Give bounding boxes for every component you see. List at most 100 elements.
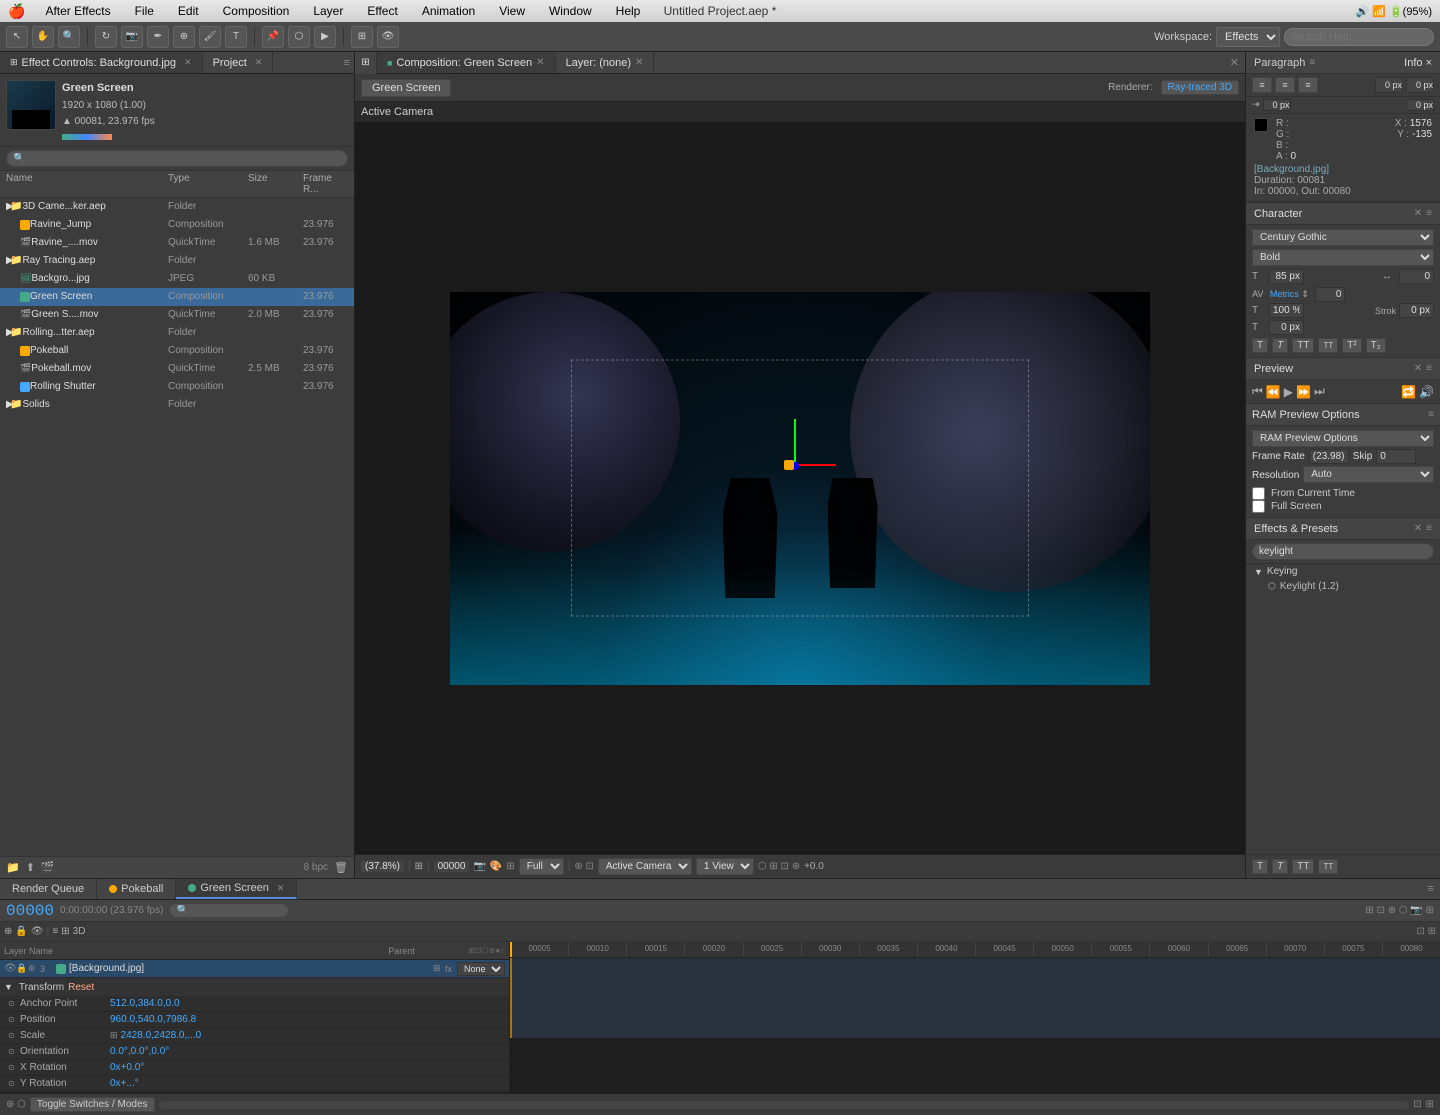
eff-fmt-1[interactable]: T <box>1252 859 1268 874</box>
tl-hide-btn[interactable]: 👁 <box>31 926 44 937</box>
tree-item-3[interactable]: ▶ 📁 Ray Tracing.aep Folder <box>0 252 354 270</box>
search-help-input[interactable] <box>1284 28 1434 46</box>
fmt-italic[interactable]: T <box>1272 338 1288 353</box>
orientation-value[interactable]: 0.0°,0.0°,0.0° <box>110 1046 169 1057</box>
effects-menu[interactable]: ≡ <box>1426 523 1432 534</box>
font-style-select[interactable]: Bold <box>1252 249 1434 266</box>
menu-window[interactable]: Window <box>545 4 596 18</box>
green-screen-tl-close[interactable]: ✕ <box>277 883 285 894</box>
ram-from-current-cb[interactable] <box>1252 487 1265 500</box>
baseline-input[interactable] <box>1269 320 1304 335</box>
anchor-point-value[interactable]: 512.0,384.0,0.0 <box>110 998 180 1009</box>
para-space1[interactable] <box>1263 99 1291 111</box>
quality-select[interactable]: Full <box>519 858 564 875</box>
effects-group-keying[interactable]: ▼ Keying <box>1246 564 1440 579</box>
tl-motion-blur-btn[interactable]: ≡ <box>52 926 58 937</box>
tl-tab-render-queue[interactable]: Render Queue <box>0 879 97 899</box>
tl-tab-green-screen[interactable]: Green Screen ✕ <box>176 879 297 899</box>
layer-parent-select[interactable]: None <box>457 962 505 976</box>
prev-audio[interactable]: 🔊 <box>1419 385 1434 399</box>
font-family-select[interactable]: Century Gothic <box>1252 229 1434 246</box>
tl-tab-pokeball[interactable]: Pokeball <box>97 879 176 899</box>
zoom-value[interactable]: (37.8%) <box>361 861 404 872</box>
stroke-input[interactable] <box>1399 303 1434 318</box>
tl-zoom-out[interactable]: ⊡ <box>1413 1099 1421 1110</box>
ram-menu[interactable]: ≡ <box>1428 409 1434 420</box>
leading-input[interactable] <box>1315 287 1345 302</box>
ram-fr-value[interactable] <box>1309 449 1349 464</box>
xrot-stop-icon[interactable]: ⊙ <box>8 1063 20 1072</box>
menu-composition[interactable]: Composition <box>219 4 294 18</box>
fmt-smallcaps[interactable]: TT <box>1318 338 1338 353</box>
interpret-btn[interactable]: 🎬 <box>41 861 55 874</box>
toolbar-select[interactable]: ↖ <box>6 26 28 48</box>
apple-menu[interactable]: 🍎 <box>8 3 25 20</box>
ram-preset-select[interactable]: RAM Preview Options <box>1252 430 1434 447</box>
scale-h-input[interactable] <box>1269 303 1304 318</box>
character-close[interactable]: ✕ <box>1414 208 1422 219</box>
scale-value[interactable]: 2428.0,2428.0,...0 <box>121 1030 202 1041</box>
tree-item-9[interactable]: 🎬 Pokeball.mov QuickTime 2.5 MB 23.976 <box>0 360 354 378</box>
comp-panel-menu[interactable]: ✕ <box>1230 56 1239 69</box>
prev-play[interactable]: ▶ <box>1284 385 1293 399</box>
menu-animation[interactable]: Animation <box>418 4 479 18</box>
position-stop-icon[interactable]: ⊙ <box>8 1015 20 1024</box>
comp-tab-close[interactable]: ✕ <box>536 57 544 68</box>
toolbar-show-hide[interactable]: 👁 <box>377 26 399 48</box>
align-center-btn[interactable]: ≡ <box>1275 77 1295 93</box>
yrot-stop-icon[interactable]: ⊙ <box>8 1079 20 1088</box>
y-rotation-value[interactable]: 0x+...° <box>110 1078 139 1089</box>
timeline-scrollbar[interactable] <box>159 1101 1410 1109</box>
toolbar-pin[interactable]: 📌 <box>262 26 284 48</box>
layer-solo[interactable]: ⊕ <box>28 963 40 974</box>
menu-effect[interactable]: Effect <box>363 4 401 18</box>
fmt-allcaps[interactable]: TT <box>1292 338 1314 353</box>
ram-skip-value[interactable] <box>1376 449 1416 464</box>
view-count-select[interactable]: 1 View <box>696 858 754 875</box>
toolbar-clone[interactable]: ⊕ <box>173 26 195 48</box>
fmt-super[interactable]: T² <box>1342 338 1361 353</box>
toolbar-hand[interactable]: ✋ <box>32 26 54 48</box>
font-size-input[interactable] <box>1269 269 1304 284</box>
x-rotation-value[interactable]: 0x+0.0° <box>110 1062 144 1073</box>
align-right-btn[interactable]: ≡ <box>1298 77 1318 93</box>
prev-loop[interactable]: 🔁 <box>1401 385 1416 399</box>
new-folder-btn[interactable]: 📁 <box>6 861 20 874</box>
prev-back-frame[interactable]: ⏪ <box>1266 385 1281 399</box>
active-camera-select[interactable]: Active Camera <box>598 858 692 875</box>
tracking-input[interactable] <box>1399 269 1434 284</box>
align-left-btn[interactable]: ≡ <box>1252 77 1272 93</box>
transform-header[interactable]: ▼ Transform Reset <box>0 978 509 996</box>
rpanel-menu-icon[interactable]: ≡ <box>1309 57 1315 68</box>
tl-menu-icon[interactable]: ≡ <box>1428 883 1434 895</box>
fmt-sub[interactable]: T₂ <box>1366 338 1386 353</box>
renderer-value-btn[interactable]: Ray-traced 3D <box>1161 80 1239 95</box>
project-search-input[interactable] <box>6 150 348 167</box>
toolbar-camera[interactable]: 📷 <box>121 26 143 48</box>
toolbar-zoom[interactable]: 🔍 <box>58 26 80 48</box>
menu-file[interactable]: File <box>131 4 158 18</box>
para-indent2[interactable] <box>1406 77 1434 93</box>
effects-close[interactable]: ✕ <box>1414 523 1422 534</box>
tab-composition[interactable]: ■ Composition: Green Screen ✕ <box>377 52 556 73</box>
scale-stop-icon[interactable]: ⊙ <box>8 1031 20 1040</box>
tl-frame-blend-btn[interactable]: ⊞ <box>61 926 69 937</box>
orient-stop-icon[interactable]: ⊙ <box>8 1047 20 1056</box>
ram-res-select[interactable]: Auto <box>1303 466 1434 483</box>
menu-after-effects[interactable]: After Effects <box>41 4 114 18</box>
effect-controls-close[interactable]: ✕ <box>184 57 192 68</box>
timeline-search-input[interactable] <box>169 903 289 918</box>
tl-solo-mode-btn[interactable]: ⊕ <box>4 926 12 937</box>
prev-fwd-frame[interactable]: ⏩ <box>1296 385 1311 399</box>
layer-lock[interactable]: 🔒 <box>16 963 28 974</box>
workspace-select[interactable]: Effects <box>1216 27 1280 47</box>
tree-item-0[interactable]: ▶ 📁 3D Came...ker.aep Folder <box>0 198 354 216</box>
prev-to-end[interactable]: ⏭ <box>1314 384 1325 399</box>
project-close[interactable]: ✕ <box>255 57 263 68</box>
toolbar-pen[interactable]: ✒ <box>147 26 169 48</box>
composition-viewer[interactable] <box>355 122 1245 854</box>
position-value[interactable]: 960.0,540.0,7986.8 <box>110 1014 196 1025</box>
menu-help[interactable]: Help <box>612 4 645 18</box>
eff-fmt-2[interactable]: T <box>1272 859 1288 874</box>
eff-fmt-4[interactable]: TT <box>1318 859 1338 874</box>
